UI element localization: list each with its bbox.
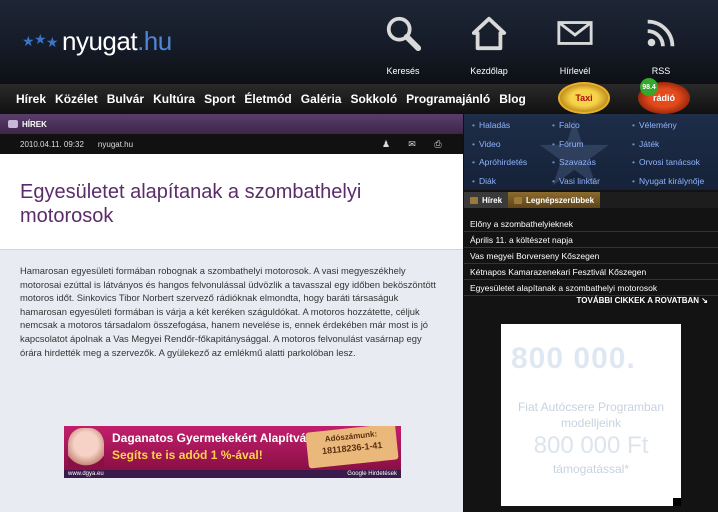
news-item[interactable]: Április 11. a költészet napja	[464, 232, 718, 248]
search-label: Keresés	[386, 66, 420, 76]
tab-legnepszerubbek[interactable]: Legnépszerűbbek	[508, 192, 601, 208]
link-orvosi-tanacsok[interactable]: Orvosi tanácsok	[632, 157, 700, 167]
nav-item-kozelet[interactable]: Közélet	[55, 92, 98, 106]
newsletter-label: Hírlevél	[559, 66, 591, 76]
article-title: Egyesületet alapítanak a szombathelyi mo…	[20, 181, 362, 227]
link-haladas[interactable]: Haladás	[472, 120, 510, 130]
top-icons: Keresés Kezdőlap Hírlevél RSS	[360, 14, 704, 76]
print-icon[interactable]: ⎙	[433, 139, 443, 149]
news-item[interactable]: Előny a szombathelyieknek	[464, 216, 718, 232]
google-ads-label[interactable]: Google Hirdetések	[347, 470, 397, 478]
more-articles-label: TOVÁBBI CIKKEK A ROVATBAN	[576, 296, 700, 305]
taxi-logo-text: Taxi	[575, 93, 593, 103]
link-video[interactable]: Video	[472, 139, 501, 149]
link-vasi-linktar[interactable]: Vasi linktár	[552, 176, 600, 186]
article-body: Hamarosan egyesületi formában robognak a…	[20, 265, 436, 358]
article-column: HÍREK 2010.04.11. 09:32 nyugat.hu ♟ ✉ ⎙ …	[0, 114, 463, 512]
section-icon	[8, 120, 18, 128]
logo-stars-icon: ★ ★ ★	[22, 31, 59, 50]
tab-icon	[470, 196, 478, 204]
nav-item-blog[interactable]: Blog	[499, 92, 526, 106]
link-aprohirdetes[interactable]: Apróhirdetés	[472, 157, 527, 167]
nav-item-eletmod[interactable]: Életmód	[244, 92, 291, 106]
person-icon[interactable]: ♟	[381, 139, 391, 149]
radio-logo[interactable]: 98.4 rádió	[638, 78, 690, 114]
rss-icon	[647, 19, 675, 47]
nav-item-programajanlo[interactable]: Programajánló	[406, 92, 490, 106]
nav-item-bulvar[interactable]: Bulvár	[107, 92, 144, 106]
rss-label: RSS	[651, 66, 671, 76]
nav-item-sokkolo[interactable]: Sokkoló	[350, 92, 397, 106]
nav-item-hirek[interactable]: Hírek	[16, 92, 46, 106]
link-velemeny[interactable]: Vélemény	[632, 120, 677, 130]
ad-headline: Daganatos Gyermekekért Alapítvány	[112, 431, 321, 445]
article-title-box: Egyesületet alapítanak a szombathelyi mo…	[0, 154, 463, 250]
link-jatek[interactable]: Játék	[632, 139, 659, 149]
logo-text: nyugat.hu	[62, 25, 172, 56]
news-item[interactable]: Egyesületet alapítanak a szombathelyi mo…	[464, 280, 718, 296]
email-icon[interactable]: ✉	[407, 139, 417, 149]
sidebar: ★ Haladás Falco Vélemény Video Fórum Ját…	[464, 110, 718, 512]
article-tools: ♟ ✉ ⎙	[365, 139, 443, 149]
more-articles-link[interactable]: TOVÁBBI CIKKEK A ROVATBAN ↘	[577, 296, 708, 305]
ad-url[interactable]: www.dgya.eu	[68, 470, 104, 478]
radio-frequency: 98.4	[640, 78, 658, 96]
link-falco[interactable]: Falco	[552, 120, 580, 130]
tax-number-tag: Adószámunk: 18118236-1-41	[305, 426, 399, 469]
home-label: Kezdőlap	[470, 66, 508, 76]
search-icon	[386, 16, 422, 52]
radio-logo-text: rádió	[652, 93, 675, 103]
arrow-icon: ↘	[701, 296, 708, 305]
news-tabs: Hírek Legnépszerűbbek	[464, 192, 718, 208]
tab-hirek[interactable]: Hírek	[464, 192, 509, 208]
ad-close-button[interactable]	[673, 498, 681, 506]
ad-amount-ft: 800 000 Ft	[533, 432, 649, 459]
link-nyugat-kiralynoje[interactable]: Nyugat királynője	[632, 176, 704, 186]
news-list: Előny a szombathelyieknek Április 11. a …	[464, 216, 718, 296]
ad-subline: Segíts te is adód 1 %-ával!	[112, 448, 263, 462]
tax-number: 18118236-1-41	[321, 439, 383, 457]
tab-icon	[514, 196, 523, 204]
news-item[interactable]: Kétnapos Kamarazenekari Fesztivál Kőszeg…	[464, 264, 718, 280]
section-header: HÍREK	[0, 114, 463, 134]
newsletter-button[interactable]: Hírlevél	[532, 14, 618, 76]
tab-hirek-label: Hírek	[482, 195, 503, 205]
news-item[interactable]: Vas megyei Borverseny Kőszegen	[464, 248, 718, 264]
article-source: nyugat.hu	[97, 139, 134, 149]
ad-big-amount: 800 000.	[511, 342, 636, 375]
article-meta: 2010.04.11. 09:32 nyugat.hu ♟ ✉ ⎙	[0, 134, 463, 154]
article-date: 2010.04.11. 09:32	[20, 139, 84, 149]
ad-footer: www.dgya.eu Google Hirdetések	[64, 470, 401, 478]
envelope-icon	[557, 21, 593, 45]
home-icon	[471, 16, 507, 51]
site-logo[interactable]: ★ ★ ★ nyugat.hu	[22, 26, 172, 56]
quick-links: ★ Haladás Falco Vélemény Video Fórum Ját…	[464, 110, 718, 200]
fiat-ad[interactable]: 800 000. Fiat Autócsere Programban model…	[501, 324, 681, 506]
nav-item-sport[interactable]: Sport	[204, 92, 235, 106]
search-button[interactable]: Keresés	[360, 14, 446, 76]
charity-ad-banner[interactable]: Daganatos Gyermekekért Alapítvány Segíts…	[64, 426, 401, 470]
link-diak[interactable]: Diák	[472, 176, 496, 186]
link-szavazas[interactable]: Szavazás	[552, 157, 596, 167]
child-photo	[68, 428, 104, 468]
ad-text-line1: Fiat Autócsere Programban	[517, 400, 665, 414]
ad-text-line2: modelljeink	[560, 416, 622, 430]
ad-text-line3: támogatással*	[552, 462, 630, 476]
rss-button[interactable]: RSS	[618, 14, 704, 76]
section-title: HÍREK	[22, 119, 47, 129]
link-forum[interactable]: Fórum	[552, 139, 584, 149]
tab-legnepszerubbek-label: Legnépszerűbbek	[526, 195, 595, 205]
site-header: ★ ★ ★ nyugat.hu Keresés Kezdőlap Hírlevél	[0, 0, 718, 84]
nav-item-kultura[interactable]: Kultúra	[153, 92, 195, 106]
home-button[interactable]: Kezdőlap	[446, 14, 532, 76]
nav-item-galeria[interactable]: Galéria	[301, 92, 342, 106]
